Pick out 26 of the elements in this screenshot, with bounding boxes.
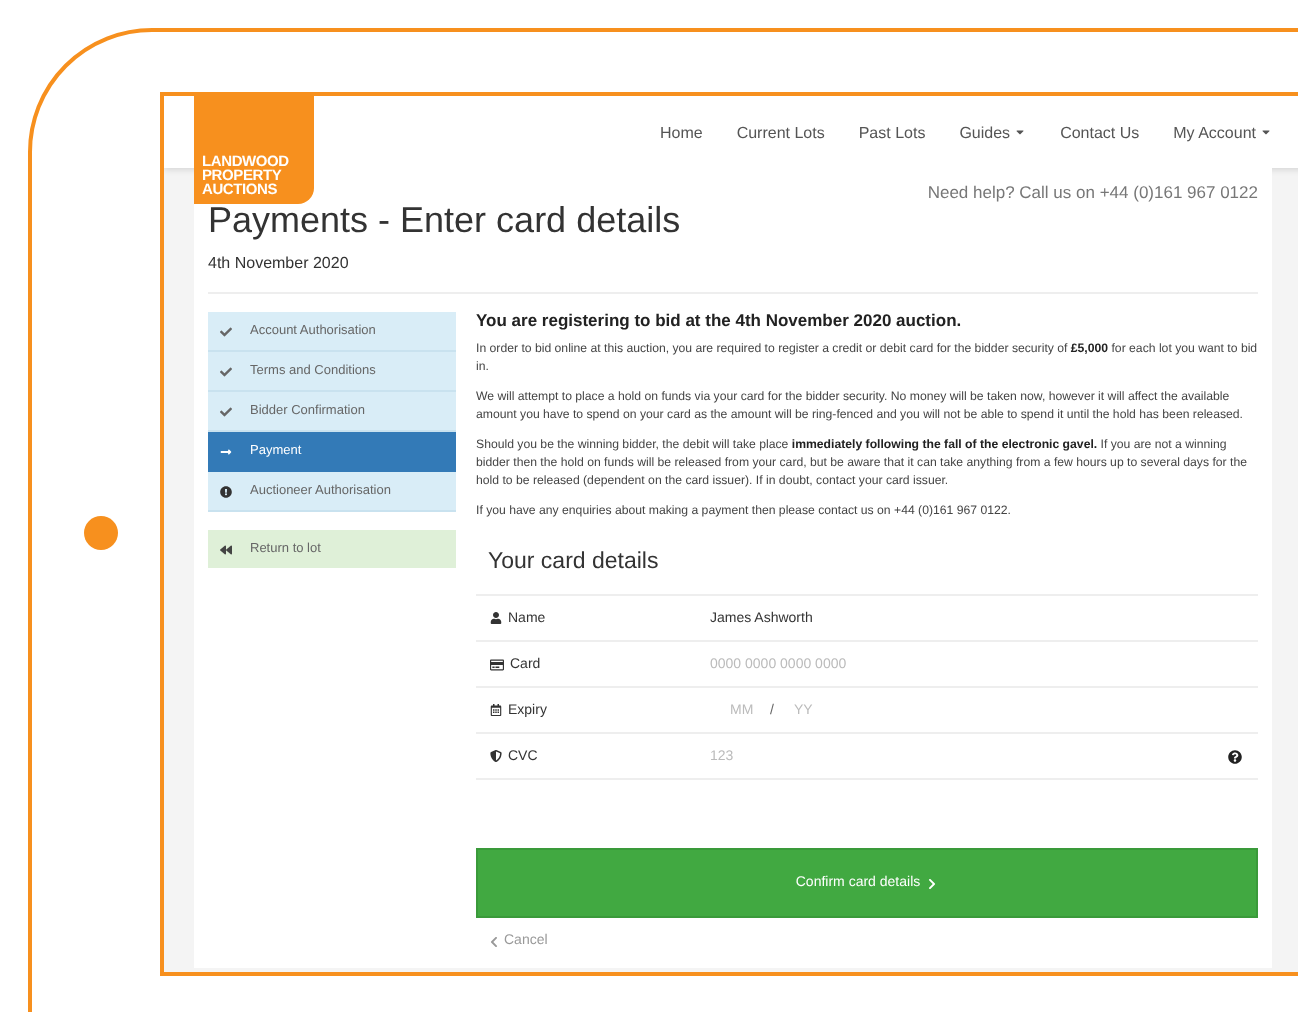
nav-link[interactable]: Guides bbox=[959, 123, 1027, 141]
nav-link[interactable]: Home bbox=[659, 123, 703, 141]
chevron-right-icon bbox=[926, 877, 939, 890]
page-title: Payments - Enter card details bbox=[208, 200, 681, 242]
nav-link[interactable]: Contact Us bbox=[1060, 123, 1140, 141]
nav-link[interactable]: Past Lots bbox=[858, 123, 926, 141]
calendar-icon bbox=[490, 704, 502, 717]
caret-icon bbox=[1260, 126, 1272, 138]
help-icon[interactable] bbox=[1228, 749, 1242, 764]
nav-link[interactable]: My Account bbox=[1173, 123, 1272, 141]
chevron-left-icon bbox=[488, 935, 500, 948]
auction-date: 4th November 2020 bbox=[208, 254, 351, 272]
check-icon bbox=[220, 325, 232, 337]
alert-icon bbox=[220, 485, 232, 497]
caret-icon bbox=[1014, 126, 1027, 138]
user-icon bbox=[490, 612, 502, 625]
arrow-icon bbox=[220, 445, 232, 457]
shield-icon bbox=[490, 750, 502, 763]
nav-link[interactable]: Current Lots bbox=[736, 123, 825, 141]
registration-heading: You are registering to bid at the 4th November 2020 auction. bbox=[476, 310, 964, 330]
credit-card-icon bbox=[490, 657, 504, 672]
rewind-icon bbox=[220, 543, 232, 555]
card-details-heading: Your card details bbox=[488, 550, 661, 575]
check-icon bbox=[220, 405, 232, 417]
check-icon bbox=[220, 365, 232, 377]
help-text: Need help? Call us on +44 (0)161 967 0122 bbox=[927, 182, 1258, 206]
